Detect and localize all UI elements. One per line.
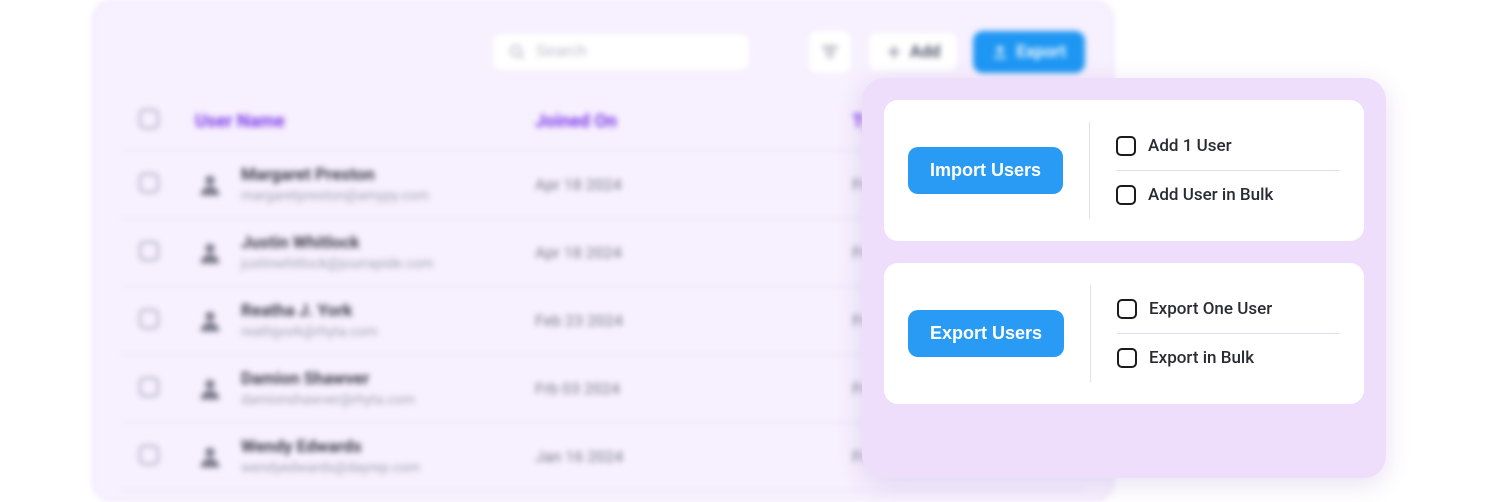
user-name: Justin Whitlock bbox=[241, 233, 433, 253]
row-checkbox[interactable] bbox=[139, 309, 159, 329]
joined-date: Jan 16 2024 bbox=[517, 423, 834, 491]
export-users-card: Export Users Export One User Export in B… bbox=[884, 263, 1364, 404]
search-icon bbox=[508, 43, 526, 61]
joined-date: Apr 18 2024 bbox=[517, 151, 834, 219]
user-avatar-icon bbox=[195, 374, 225, 404]
import-users-button[interactable]: Import Users bbox=[908, 147, 1063, 194]
user-avatar-icon bbox=[195, 238, 225, 268]
user-name: Margaret Preston bbox=[241, 165, 429, 185]
user-email: justinwhitlock@jourrapide.com bbox=[241, 256, 433, 272]
option-label: Export in Bulk bbox=[1149, 348, 1254, 368]
row-checkbox[interactable] bbox=[139, 241, 159, 261]
export-users-button[interactable]: Export Users bbox=[908, 310, 1064, 357]
option-label: Export One User bbox=[1149, 299, 1272, 319]
export-button-label: Export bbox=[1016, 42, 1066, 62]
toolbar: Add Export bbox=[121, 29, 1085, 75]
option-label: Add User in Bulk bbox=[1148, 185, 1273, 205]
user-name: Wendy Edwards bbox=[241, 437, 420, 457]
option-add-user-in-bulk[interactable]: Add User in Bulk bbox=[1116, 170, 1340, 219]
search-input-wrapper[interactable] bbox=[491, 32, 751, 72]
column-header-username[interactable]: User Name bbox=[177, 97, 517, 151]
export-options: Export One User Export in Bulk bbox=[1090, 285, 1340, 382]
user-name: Reatha J. York bbox=[241, 301, 378, 321]
checkbox-icon bbox=[1116, 185, 1136, 205]
filter-icon bbox=[820, 42, 840, 62]
filter-button[interactable] bbox=[807, 29, 853, 75]
row-checkbox[interactable] bbox=[139, 445, 159, 465]
import-users-card: Import Users Add 1 User Add User in Bulk bbox=[884, 100, 1364, 241]
add-button[interactable]: Add bbox=[867, 31, 960, 73]
select-all-checkbox[interactable] bbox=[139, 109, 159, 129]
user-name: Damion Shawver bbox=[241, 369, 415, 389]
joined-date: Feb 23 2024 bbox=[517, 287, 834, 355]
option-add-1-user[interactable]: Add 1 User bbox=[1116, 122, 1340, 170]
row-checkbox[interactable] bbox=[139, 173, 159, 193]
checkbox-icon bbox=[1117, 348, 1137, 368]
import-options: Add 1 User Add User in Bulk bbox=[1089, 122, 1340, 219]
search-input[interactable] bbox=[536, 43, 734, 61]
checkbox-icon bbox=[1116, 136, 1136, 156]
user-avatar-icon bbox=[195, 170, 225, 200]
user-avatar-icon bbox=[195, 306, 225, 336]
user-email: wendyedwards@dayrep.com bbox=[241, 460, 420, 476]
import-export-panel: Import Users Add 1 User Add User in Bulk… bbox=[862, 78, 1386, 478]
checkbox-icon bbox=[1117, 299, 1137, 319]
option-export-one-user[interactable]: Export One User bbox=[1117, 285, 1340, 333]
joined-date: Frb 03 2024 bbox=[517, 355, 834, 423]
option-export-in-bulk[interactable]: Export in Bulk bbox=[1117, 333, 1340, 382]
user-email: margaretpreston@amypy.com bbox=[241, 188, 429, 204]
option-label: Add 1 User bbox=[1148, 136, 1232, 156]
user-email: reathjyork@rhyta.com bbox=[241, 324, 378, 340]
plus-icon bbox=[886, 44, 902, 60]
export-button[interactable]: Export bbox=[973, 31, 1085, 73]
joined-date: Apr 18 2024 bbox=[517, 219, 834, 287]
user-avatar-icon bbox=[195, 442, 225, 472]
column-header-joined[interactable]: Joined On bbox=[517, 97, 834, 151]
row-checkbox[interactable] bbox=[139, 377, 159, 397]
upload-icon bbox=[992, 44, 1008, 60]
user-email: damionshawver@rhyta.com bbox=[241, 392, 415, 408]
add-button-label: Add bbox=[910, 42, 941, 62]
